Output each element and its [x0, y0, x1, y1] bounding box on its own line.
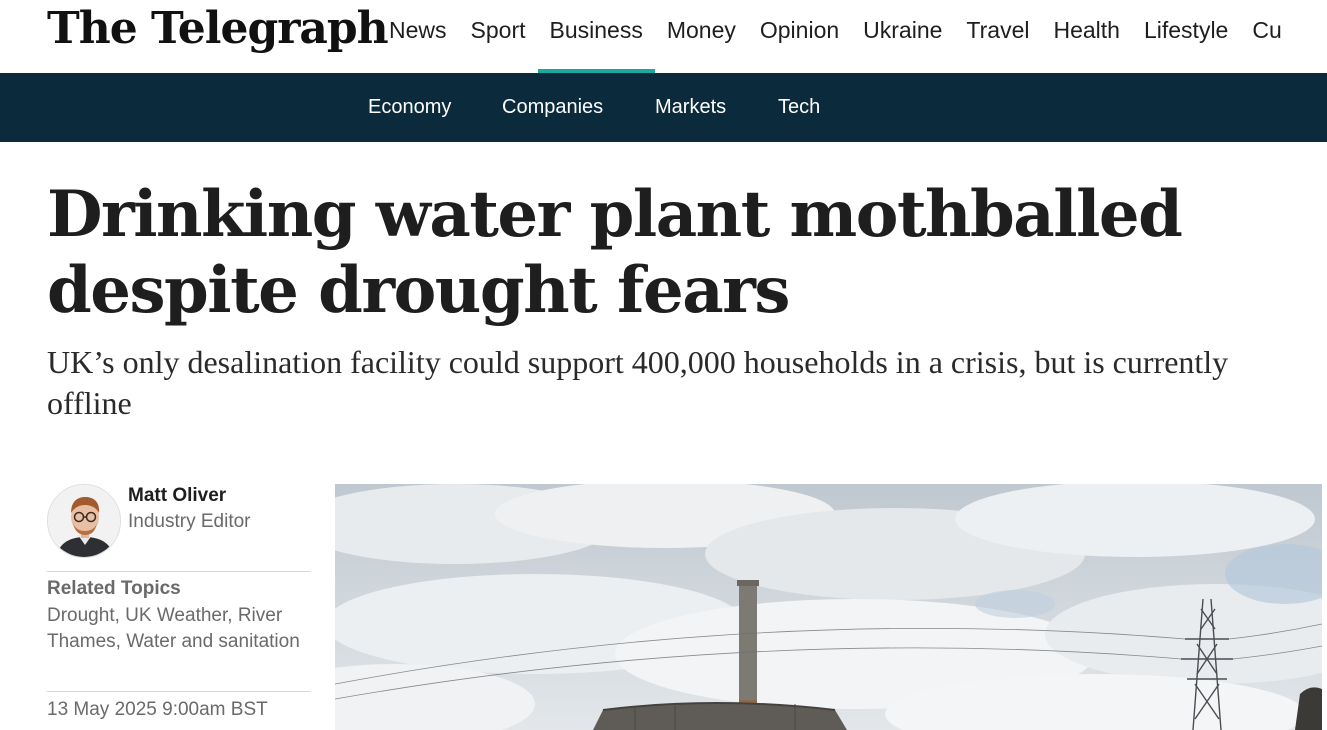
related-topics-list: Drought, UK Weather, River Thames, Water… — [47, 605, 300, 652]
topic-link-uk-weather[interactable]: UK Weather — [125, 605, 227, 626]
author-name[interactable]: Matt Oliver — [128, 484, 226, 508]
date-divider — [47, 691, 311, 692]
nav-item-money[interactable]: Money — [655, 0, 748, 73]
publish-date: 13 May 2025 9:00am BST — [47, 699, 268, 720]
subnav-item-companies[interactable]: Companies — [502, 73, 603, 142]
hero-image[interactable] — [335, 484, 1322, 730]
byline-divider — [47, 571, 311, 572]
nav-item-sport[interactable]: Sport — [459, 0, 538, 73]
nav-item-travel[interactable]: Travel — [954, 0, 1041, 73]
subnav-item-economy[interactable]: Economy — [368, 73, 451, 142]
telegraph-logo[interactable]: The Telegraph — [47, 3, 389, 54]
related-topics-title: Related Topics — [47, 578, 181, 599]
site-header: The Telegraph News Sport Business Money … — [0, 0, 1327, 73]
nav-item-culture[interactable]: Cu — [1240, 0, 1293, 73]
author-role: Industry Editor — [128, 511, 251, 532]
article-standfirst: UK’s only desalination facility could su… — [47, 344, 1229, 421]
topic-link-drought[interactable]: Drought — [47, 605, 115, 626]
article-headline: Drinking water plant mothballed despite … — [47, 177, 1183, 328]
nav-item-business[interactable]: Business — [537, 0, 656, 73]
nav-item-opinion[interactable]: Opinion — [748, 0, 851, 73]
section-subnav: Economy Companies Markets Tech — [0, 73, 1327, 142]
desalination-plant-photo-icon — [335, 484, 1322, 730]
subnav-item-markets[interactable]: Markets — [655, 73, 726, 142]
nav-item-lifestyle[interactable]: Lifestyle — [1132, 0, 1240, 73]
topic-link-water-sanitation[interactable]: Water and sanitation — [126, 631, 300, 652]
main-nav: News Sport Business Money Opinion Ukrain… — [377, 0, 1294, 73]
author-photo-icon — [48, 485, 120, 557]
nav-item-news[interactable]: News — [377, 0, 459, 73]
subnav-item-tech[interactable]: Tech — [778, 73, 820, 142]
nav-item-ukraine[interactable]: Ukraine — [851, 0, 954, 73]
author-avatar[interactable] — [47, 484, 121, 558]
nav-item-health[interactable]: Health — [1041, 0, 1131, 73]
